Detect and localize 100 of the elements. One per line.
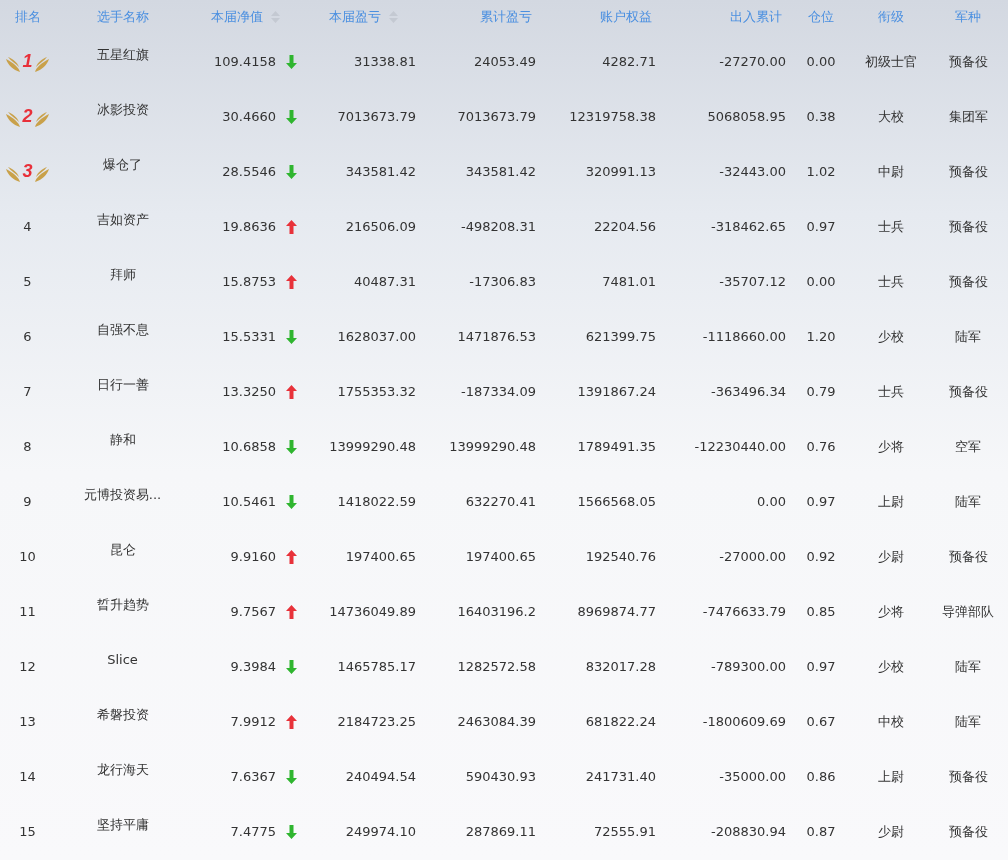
table-cell: -498208.31 <box>461 219 536 234</box>
table-cell: 14736049.89 <box>329 604 416 619</box>
table-cell: 19.8636 <box>222 219 276 234</box>
table-cell: 0.76 <box>806 439 836 454</box>
table-cell: 621399.75 <box>585 329 656 344</box>
table-cell: 0.38 <box>806 109 836 124</box>
table-cell: -32443.00 <box>719 164 786 179</box>
table-cell: 少将 <box>878 602 904 621</box>
table-cell: -27270.00 <box>719 54 786 69</box>
column-header: 出入累计 <box>730 8 782 26</box>
table-cell: 343581.42 <box>465 164 536 179</box>
table-cell: 初级士官 <box>865 52 917 71</box>
table-cell: 0.00 <box>757 494 786 509</box>
rank-number: 4 <box>23 219 32 234</box>
column-header[interactable]: 本届盈亏 <box>329 8 381 26</box>
column-header[interactable]: 本届净值 <box>211 8 263 26</box>
table-cell: -1118660.00 <box>702 329 786 344</box>
table-cell: 预备役 <box>948 767 988 786</box>
table-cell: 197400.65 <box>465 549 536 564</box>
table-cell: 12319758.38 <box>569 109 656 124</box>
table-cell: 0.97 <box>806 659 836 674</box>
table-cell: 9.9160 <box>230 549 276 564</box>
table-cell: 22204.56 <box>593 219 656 234</box>
table-cell: 1471876.53 <box>457 329 536 344</box>
rank-number: 11 <box>19 604 36 619</box>
rank-number: 5 <box>23 274 32 289</box>
table-cell: 0.85 <box>806 604 836 619</box>
table-cell: 192540.76 <box>585 549 656 564</box>
column-header: 选手名称 <box>96 8 149 26</box>
table-cell: 13999290.48 <box>449 439 536 454</box>
table-cell: 632270.41 <box>465 494 536 509</box>
player-name: Slice <box>107 652 138 667</box>
table-cell: 大校 <box>878 107 904 126</box>
table-cell: 0.79 <box>806 384 836 399</box>
table-cell: 少尉 <box>878 822 904 841</box>
table-cell: 1391867.24 <box>577 384 656 399</box>
table-cell: 4282.71 <box>602 54 656 69</box>
player-name: 拜师 <box>109 265 136 284</box>
table-cell: 216506.09 <box>345 219 416 234</box>
table-cell: 10.6858 <box>222 439 276 454</box>
player-name: 希磐投资 <box>96 705 149 724</box>
table-cell: 预备役 <box>948 822 988 841</box>
table-cell: 1.20 <box>806 329 836 344</box>
table-cell: 0.97 <box>806 219 836 234</box>
table-cell: 士兵 <box>878 217 904 236</box>
table-cell: 7.4775 <box>230 824 276 839</box>
player-name: 昆仑 <box>109 540 136 559</box>
table-cell: 30.4660 <box>222 109 276 124</box>
table-cell: 空军 <box>955 437 981 456</box>
rank-number: 6 <box>23 329 32 344</box>
table-cell: 0.67 <box>806 714 836 729</box>
rank-number: 1 <box>22 51 33 72</box>
table-cell: 109.4158 <box>213 54 276 69</box>
rank-number: 7 <box>23 384 32 399</box>
table-cell: 13.3250 <box>222 384 276 399</box>
table-cell: 10.5461 <box>222 494 276 509</box>
player-name: 日行一善 <box>96 375 149 394</box>
table-cell: 预备役 <box>948 217 988 236</box>
rank-number: 8 <box>23 439 32 454</box>
table-cell: 2184723.25 <box>337 714 416 729</box>
table-cell: 1282572.58 <box>457 659 536 674</box>
table-cell: 16403196.2 <box>457 604 536 619</box>
table-cell: 士兵 <box>878 272 904 291</box>
table-cell: 0.00 <box>806 54 836 69</box>
table-cell: 少校 <box>878 327 904 346</box>
player-name: 元博投资易... <box>83 485 162 504</box>
table-cell: -17306.83 <box>469 274 536 289</box>
table-cell: 预备役 <box>948 52 988 71</box>
table-cell: 31338.81 <box>353 54 416 69</box>
table-cell: -12230440.00 <box>694 439 786 454</box>
table-cell: 590430.93 <box>465 769 536 784</box>
table-cell: 上尉 <box>878 492 904 511</box>
table-cell: 287869.11 <box>465 824 536 839</box>
table-cell: 1789491.35 <box>577 439 656 454</box>
table-cell: 5068058.95 <box>707 109 786 124</box>
column-header: 账户权益 <box>600 8 652 26</box>
table-cell: 预备役 <box>948 272 988 291</box>
table-cell: 上尉 <box>878 767 904 786</box>
player-name: 自强不息 <box>96 320 149 339</box>
player-name: 五星红旗 <box>96 45 149 64</box>
table-cell: 陆军 <box>955 712 981 731</box>
table-cell: 7013673.79 <box>337 109 416 124</box>
table-cell: 1566568.05 <box>577 494 656 509</box>
rank-number: 10 <box>19 549 36 564</box>
table-cell: 1755353.32 <box>337 384 416 399</box>
player-name: 吉如资产 <box>96 210 149 229</box>
table-cell: 240494.54 <box>345 769 416 784</box>
table-cell: 28.5546 <box>222 164 276 179</box>
table-cell: 15.8753 <box>222 274 276 289</box>
column-header: 仓位 <box>808 8 834 26</box>
table-cell: 预备役 <box>948 382 988 401</box>
rank-number: 15 <box>19 824 36 839</box>
player-name: 晢升趋势 <box>96 595 149 614</box>
player-name: 坚持平庸 <box>96 815 149 834</box>
table-cell: -27000.00 <box>719 549 786 564</box>
table-cell: -363496.34 <box>711 384 786 399</box>
table-cell: 中校 <box>878 712 904 731</box>
table-cell: 1418022.59 <box>337 494 416 509</box>
table-cell: 0.87 <box>806 824 836 839</box>
table-cell: 241731.40 <box>585 769 656 784</box>
